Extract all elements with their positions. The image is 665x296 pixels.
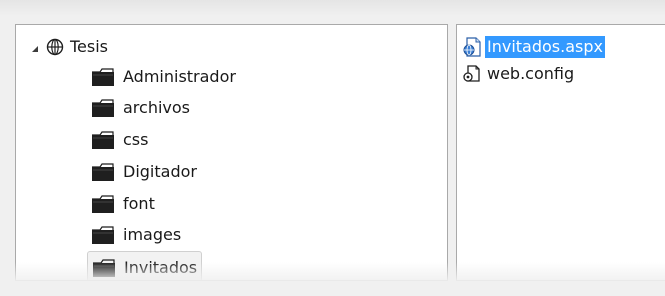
window-top-shadow xyxy=(0,0,665,16)
tree-folder-item[interactable]: font xyxy=(91,190,155,218)
file-item-selected[interactable]: Invitados.aspx xyxy=(463,35,605,59)
folder-icon xyxy=(91,194,115,214)
folder-label: css xyxy=(123,130,149,149)
file-item[interactable]: web.config xyxy=(463,62,576,86)
folder-icon xyxy=(91,98,115,118)
file-list-pane[interactable]: Invitados.aspx web.config xyxy=(456,24,665,281)
folder-icon xyxy=(92,258,116,278)
file-label: web.config xyxy=(487,64,575,83)
tree-root-label: Tesis xyxy=(70,37,109,56)
folder-label: images xyxy=(123,225,182,244)
file-label: Invitados.aspx xyxy=(485,36,605,58)
folder-label: font xyxy=(123,194,155,213)
folder-icon xyxy=(91,130,115,150)
tree-folder-item[interactable]: images xyxy=(91,221,181,249)
tree-folder-item[interactable]: archivos xyxy=(91,94,190,122)
folder-icon xyxy=(91,225,115,245)
folder-label: Administrador xyxy=(123,67,236,86)
folder-tree-pane[interactable]: Tesis Administrador archivos css Digitad… xyxy=(15,24,448,281)
config-file-icon xyxy=(463,64,481,84)
tree-folder-item[interactable]: css xyxy=(91,126,148,154)
aspx-file-icon xyxy=(463,37,481,57)
website-explorer-window: Tesis Administrador archivos css Digitad… xyxy=(0,0,665,296)
globe-icon xyxy=(46,38,64,56)
folder-label: Digitador xyxy=(123,162,197,181)
folder-icon xyxy=(91,162,115,182)
tree-folder-item[interactable]: Administrador xyxy=(91,63,236,91)
tree-root-tesis[interactable]: Tesis xyxy=(30,33,108,61)
folder-icon xyxy=(91,67,115,87)
folder-label: Invitados xyxy=(124,258,198,277)
tree-folder-item[interactable]: Digitador xyxy=(91,158,197,186)
folder-label: archivos xyxy=(123,98,191,117)
triangle-expanded-icon[interactable] xyxy=(30,42,40,52)
tree-folder-item-selected[interactable]: Invitados xyxy=(87,251,203,280)
